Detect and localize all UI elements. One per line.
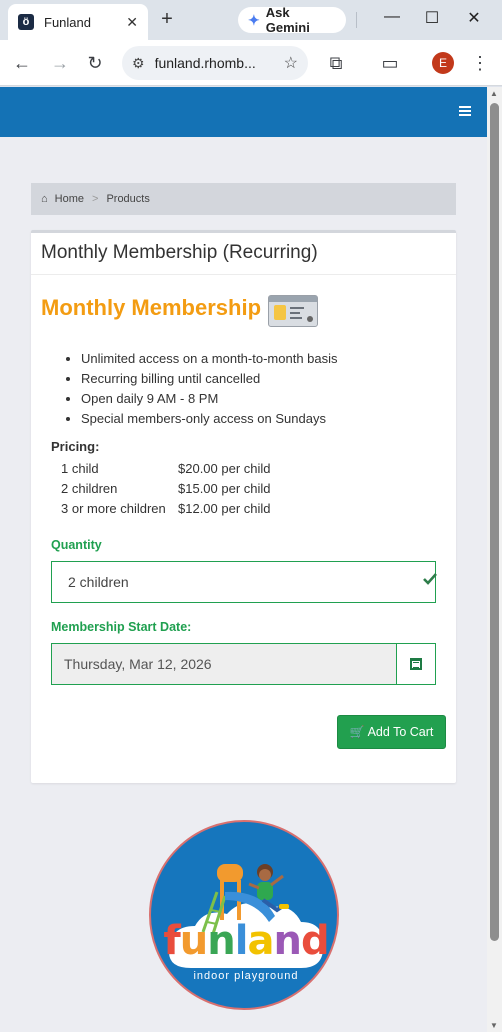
quantity-value: 2 children [68, 574, 129, 590]
pricing-price: $15.00 per child [178, 481, 271, 496]
pricing-qty: 2 children [61, 481, 118, 496]
start-date-input[interactable]: Thursday, Mar 12, 2026 [52, 644, 397, 684]
membership-card-icon [268, 295, 318, 327]
extensions-puzzle-icon[interactable]: ⧉ [324, 52, 348, 74]
start-date-label: Membership Start Date: [51, 620, 192, 634]
pricing-row: 1 child $20.00 per child [61, 459, 271, 479]
quantity-select[interactable]: 2 children [51, 561, 437, 603]
page-scrollbar[interactable]: ▲ ▼ [487, 87, 502, 1032]
calendar-button[interactable] [397, 644, 435, 684]
funland-logo: funland indoor playground [149, 820, 339, 1010]
pricing-price: $20.00 per child [178, 461, 271, 476]
pricing-label: Pricing: [51, 439, 100, 454]
back-arrow-icon[interactable]: ← [10, 52, 34, 74]
feature-list: Unlimited access on a month-to-month bas… [81, 349, 338, 429]
pricing-qty: 3 or more children [61, 501, 166, 516]
gemini-sparkle-icon: ✦ [248, 11, 260, 28]
logo-tagline: indoor playground [193, 970, 299, 982]
scroll-up-arrow-icon[interactable]: ▲ [490, 89, 498, 98]
new-tab-button[interactable]: + [156, 8, 178, 30]
product-card: Monthly Membership (Recurring) Monthly M… [31, 230, 456, 783]
list-item: Open daily 9 AM - 8 PM [81, 389, 338, 409]
ask-gemini-button[interactable]: ✦ Ask Gemini [238, 5, 346, 35]
start-date-value: Thursday, Mar 12, 2026 [64, 656, 212, 672]
forward-arrow-icon[interactable]: → [48, 52, 72, 74]
product-heading: Monthly Membership [41, 295, 262, 320]
minimize-icon[interactable]: — [380, 8, 404, 26]
maximize-icon[interactable]: ☐ [420, 8, 444, 28]
breadcrumb-current[interactable]: Products [106, 193, 149, 205]
pricing-table: 1 child $20.00 per child 2 children $15.… [61, 459, 271, 519]
tab-title: Funland [44, 14, 91, 30]
product-card-title: Monthly Membership (Recurring) [31, 233, 456, 275]
ask-gemini-label: Ask Gemini [265, 5, 310, 35]
browser-toolbar: ← → ↻ ⚙ funland.rhomb... ☆ ⧉ ▭ E ⋮ [0, 40, 502, 86]
add-to-cart-button[interactable]: 🛒 Add To Cart [337, 715, 446, 749]
tab-search-icon[interactable]: ▭ [378, 52, 402, 74]
list-item: Unlimited access on a month-to-month bas… [81, 349, 338, 369]
profile-avatar[interactable]: E [432, 52, 454, 74]
browser-titlebar: ö Funland ✕ + ✦ Ask Gemini — ☐ ✕ [0, 0, 502, 40]
site-info-icon[interactable]: ⚙ [132, 55, 145, 72]
shopping-cart-icon: 🛒 [349, 725, 365, 739]
close-tab-icon[interactable]: ✕ [126, 14, 138, 31]
browser-tab[interactable]: ö Funland ✕ [8, 4, 148, 40]
breadcrumb-separator: > [92, 193, 99, 205]
home-icon: ⌂ [41, 193, 48, 205]
pricing-qty: 1 child [61, 461, 99, 476]
funland-wordmark: funland [163, 918, 329, 964]
hamburger-menu-icon[interactable] [459, 106, 471, 116]
address-bar[interactable]: ⚙ funland.rhomb... ☆ [122, 46, 308, 80]
bookmark-star-icon[interactable]: ☆ [284, 53, 298, 73]
breadcrumb: ⌂ Home > Products [31, 183, 456, 215]
quantity-label: Quantity [51, 538, 102, 552]
list-item: Recurring billing until cancelled [81, 369, 338, 389]
pricing-price: $12.00 per child [178, 501, 271, 516]
scroll-down-arrow-icon[interactable]: ▼ [490, 1021, 498, 1030]
pricing-row: 2 children $15.00 per child [61, 479, 271, 499]
funland-favicon-icon: ö [18, 14, 34, 30]
close-window-icon[interactable]: ✕ [462, 8, 486, 28]
page-viewport: ⌂ Home > Products Monthly Membership (Re… [0, 87, 487, 1032]
titlebar-divider [356, 12, 357, 28]
check-icon [423, 573, 437, 585]
menu-kebab-icon[interactable]: ⋮ [468, 52, 492, 74]
reload-icon[interactable]: ↻ [83, 52, 107, 74]
pricing-row: 3 or more children $12.00 per child [61, 499, 271, 519]
url-text: funland.rhomb... [154, 55, 256, 71]
calendar-icon [410, 658, 422, 670]
breadcrumb-home-link[interactable]: Home [55, 193, 84, 205]
site-header [0, 87, 487, 137]
scroll-thumb[interactable] [490, 103, 499, 941]
start-date-group: Thursday, Mar 12, 2026 [51, 643, 436, 685]
list-item: Special members-only access on Sundays [81, 409, 338, 429]
add-to-cart-label: Add To Cart [367, 725, 434, 739]
